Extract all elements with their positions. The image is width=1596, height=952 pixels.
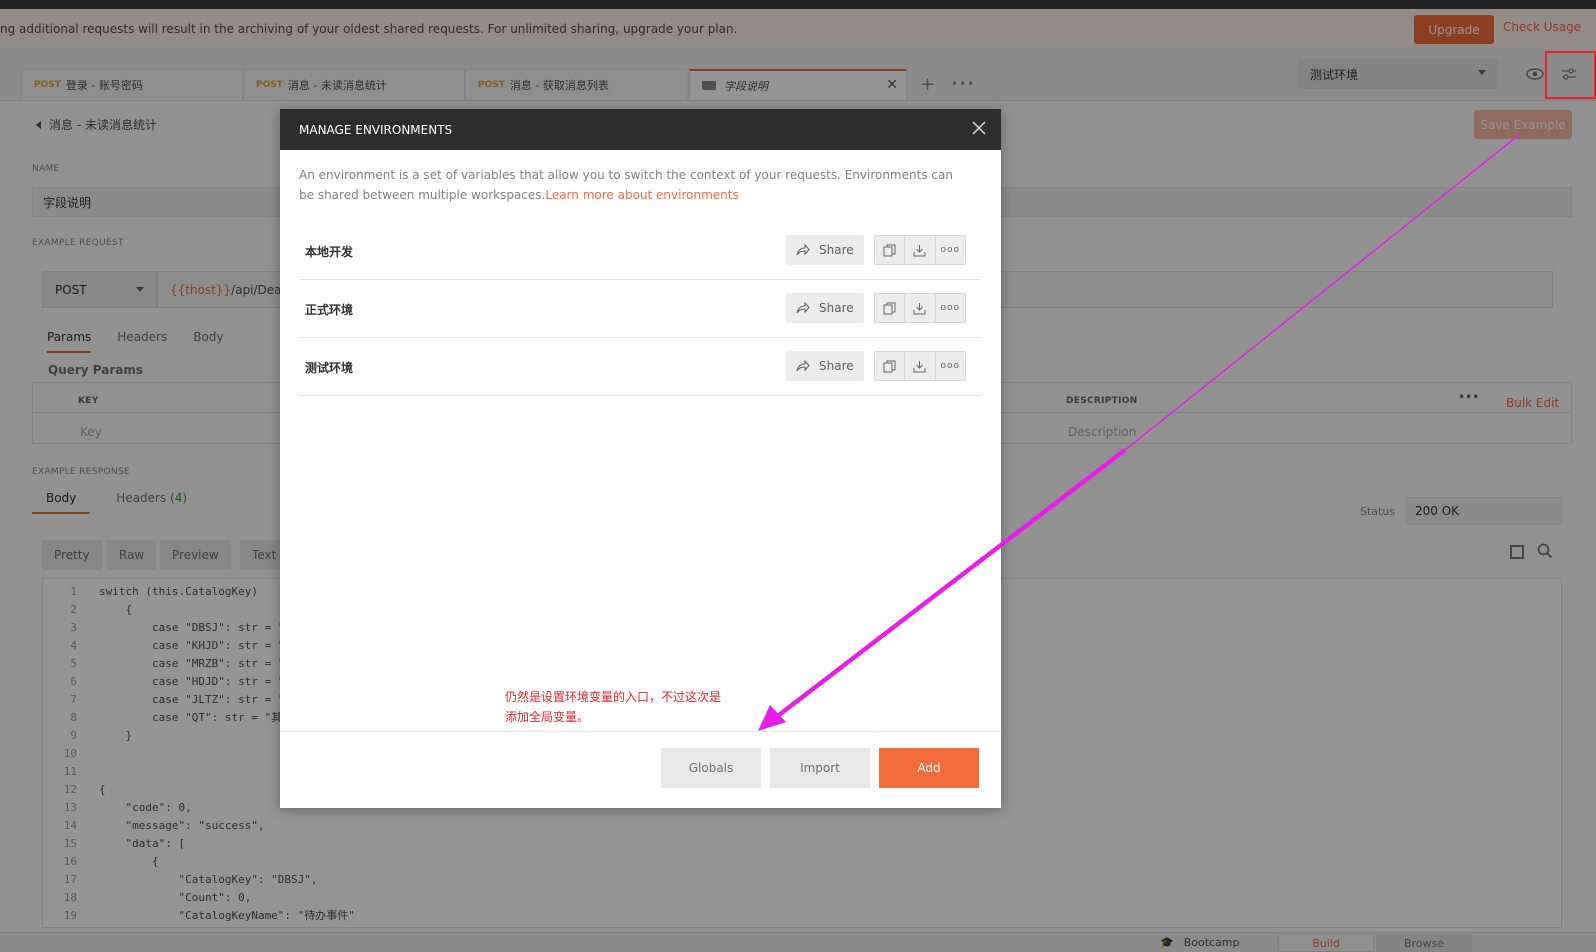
share-label: Share — [819, 243, 854, 257]
annotation-highlight-box — [1545, 51, 1596, 99]
duplicate-icon[interactable] — [875, 352, 904, 380]
annotation-note: 仍然是设置环境变量的入口，不过这次是 添加全局变量。 — [505, 687, 721, 727]
share-arrow-icon — [796, 360, 810, 372]
download-icon[interactable] — [904, 294, 934, 322]
environment-actions: ooo — [874, 235, 966, 265]
environment-row[interactable]: 本地开发 Share ooo — [299, 222, 981, 280]
download-icon[interactable] — [904, 236, 934, 264]
modal-header: MANAGE ENVIRONMENTS — [280, 109, 1001, 150]
share-arrow-icon — [796, 244, 810, 256]
environment-row[interactable]: 正式环境 Share ooo — [299, 280, 981, 338]
annotation-line-2: 添加全局变量。 — [505, 710, 590, 724]
modal-description: An environment is a set of variables tha… — [299, 165, 969, 205]
globals-button[interactable]: Globals — [661, 748, 761, 788]
duplicate-icon[interactable] — [875, 294, 904, 322]
environment-name[interactable]: 正式环境 — [305, 301, 353, 318]
add-environment-button[interactable]: Add — [879, 748, 979, 788]
share-button[interactable]: Share — [786, 293, 864, 323]
share-label: Share — [819, 359, 854, 373]
environment-name[interactable]: 本地开发 — [305, 243, 353, 260]
environment-row[interactable]: 测试环境 Share ooo — [299, 338, 981, 396]
modal-title: MANAGE ENVIRONMENTS — [299, 122, 453, 137]
more-options-icon[interactable]: ooo — [934, 294, 965, 322]
import-button[interactable]: Import — [770, 748, 870, 788]
download-icon[interactable] — [904, 352, 934, 380]
manage-environments-modal: MANAGE ENVIRONMENTS An environment is a … — [280, 109, 1001, 808]
close-icon[interactable] — [971, 120, 987, 136]
duplicate-icon[interactable] — [875, 236, 904, 264]
share-button[interactable]: Share — [786, 351, 864, 381]
share-arrow-icon — [796, 302, 810, 314]
more-options-icon[interactable]: ooo — [934, 352, 965, 380]
more-options-icon[interactable]: ooo — [934, 236, 965, 264]
share-label: Share — [819, 301, 854, 315]
environment-name[interactable]: 测试环境 — [305, 359, 353, 376]
learn-more-link[interactable]: Learn more about environments — [545, 188, 738, 202]
environment-actions: ooo — [874, 293, 966, 323]
share-button[interactable]: Share — [786, 235, 864, 265]
modal-footer: Globals Import Add — [280, 731, 1001, 808]
annotation-line-1: 仍然是设置环境变量的入口，不过这次是 — [505, 690, 722, 704]
environment-actions: ooo — [874, 351, 966, 381]
